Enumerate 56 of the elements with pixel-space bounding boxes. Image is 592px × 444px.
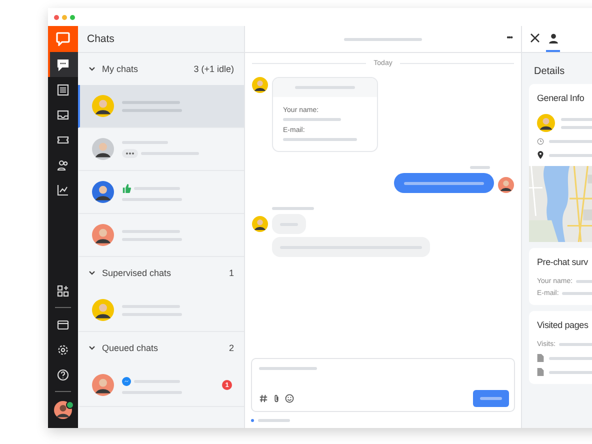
paperclip-icon[interactable] <box>272 394 281 403</box>
avatar-icon <box>252 216 268 232</box>
avatar-icon <box>92 299 114 321</box>
text-placeholder <box>549 140 592 143</box>
section-header[interactable]: My chats 3 (+1 idle) <box>78 53 244 85</box>
text-placeholder <box>470 166 490 169</box>
settings-icon <box>57 344 69 356</box>
location-pin-icon <box>537 151 544 159</box>
panel-title: Chats <box>87 33 114 45</box>
thumbs-up-icon <box>122 184 131 192</box>
text-placeholder <box>272 207 314 210</box>
message-composer[interactable] <box>251 358 515 412</box>
user-avatar[interactable] <box>51 398 75 422</box>
card-title: Pre-chat surv <box>537 257 589 267</box>
maximize-dot[interactable] <box>70 14 75 20</box>
avatar-icon <box>92 181 114 203</box>
list-icon <box>57 84 69 96</box>
avatar-icon <box>92 224 114 246</box>
close-icon <box>530 33 540 43</box>
text-placeholder <box>549 154 592 156</box>
avatar-icon <box>92 138 114 160</box>
section-header[interactable]: Queued chats 2 <box>78 332 244 364</box>
section-header[interactable]: Supervised chats 1 <box>78 257 244 289</box>
avatar-icon <box>498 177 514 193</box>
status-dot-icon <box>251 418 254 422</box>
nav-item[interactable] <box>48 52 78 77</box>
emoji-icon[interactable] <box>285 394 294 403</box>
text-placeholder <box>283 118 341 121</box>
avatar-icon <box>537 114 555 132</box>
more-menu-button[interactable]: ••• <box>506 33 512 42</box>
person-icon <box>548 32 558 44</box>
chart-icon <box>57 184 69 196</box>
text-placeholder <box>258 418 290 422</box>
avatar-icon <box>92 374 114 396</box>
people-icon <box>57 158 69 170</box>
chat-bubble-icon <box>56 32 70 46</box>
panel-title: Details <box>533 65 566 79</box>
card-title: Visited pages <box>537 320 590 330</box>
avatar-icon <box>252 77 268 93</box>
avatar-icon <box>92 95 114 117</box>
card-title: General Info <box>537 93 586 103</box>
chat-bubble-icon <box>57 58 69 70</box>
window-icon <box>57 318 69 330</box>
messenger-icon <box>122 376 131 386</box>
typing-indicator-icon <box>122 148 138 158</box>
close-dot[interactable] <box>54 14 59 20</box>
inbox-icon <box>57 108 69 120</box>
clock-icon <box>537 138 544 145</box>
text-placeholder <box>549 370 592 374</box>
minimize-dot[interactable] <box>62 14 67 20</box>
apps-icon <box>57 284 69 296</box>
hashtag-icon[interactable] <box>259 394 268 403</box>
text-placeholder <box>259 367 317 370</box>
text-placeholder <box>549 356 592 360</box>
help-icon <box>57 368 69 380</box>
ticket-icon <box>57 134 69 146</box>
